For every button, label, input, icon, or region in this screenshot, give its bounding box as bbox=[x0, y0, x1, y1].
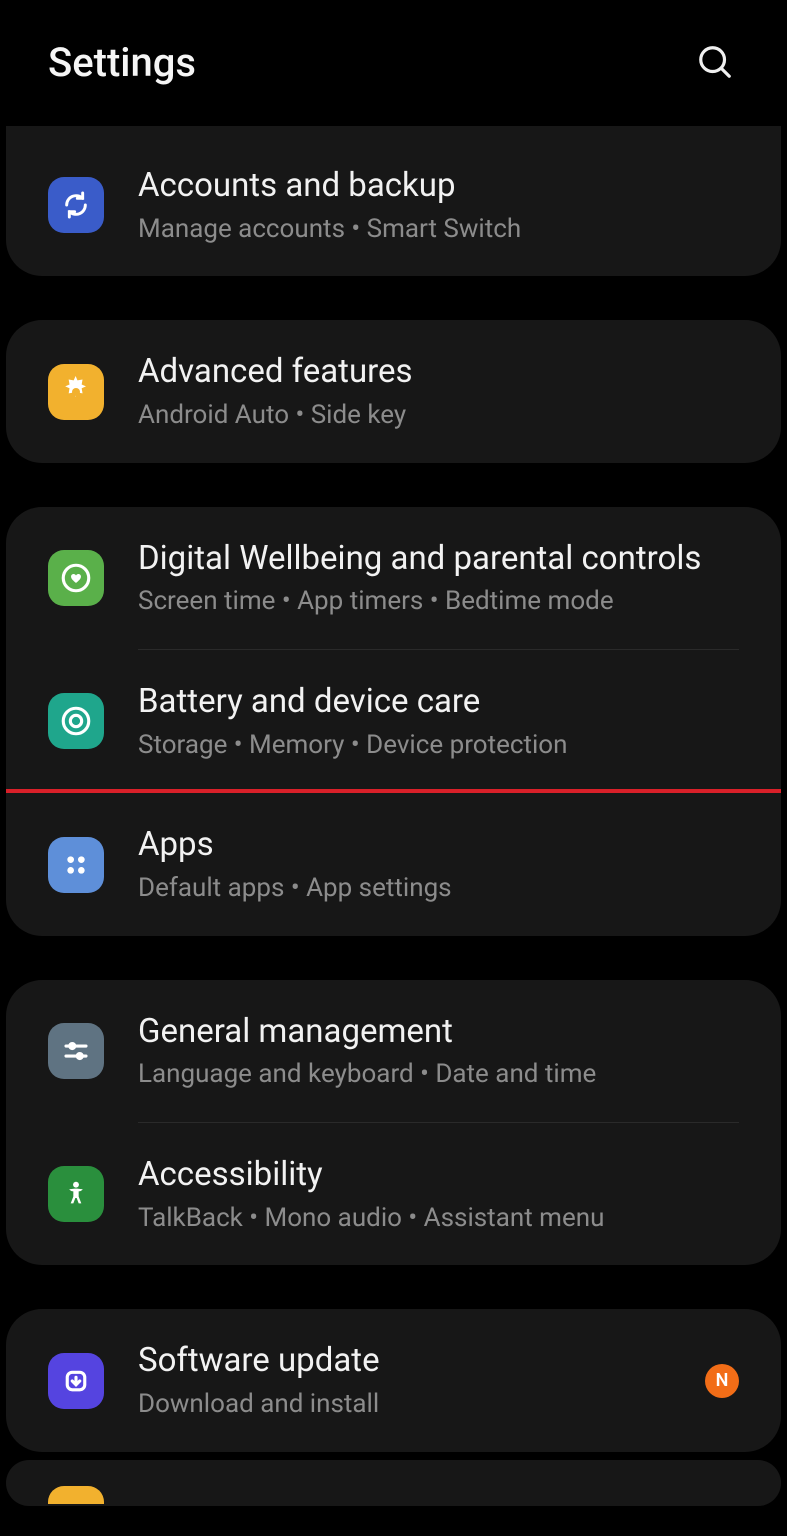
item-text: Advanced features Android Auto • Side ke… bbox=[138, 350, 739, 432]
item-text: General management Language and keyboard… bbox=[138, 1010, 739, 1092]
settings-item-battery-care[interactable]: Battery and device care Storage • Memory… bbox=[6, 650, 781, 792]
item-title: Accessibility bbox=[138, 1153, 739, 1198]
settings-item-advanced-features[interactable]: Advanced features Android Auto • Side ke… bbox=[6, 320, 781, 462]
item-subtitle: Default apps • App settings bbox=[138, 872, 739, 906]
item-subtitle: Storage • Memory • Device protection bbox=[138, 729, 739, 763]
sync-icon bbox=[48, 177, 104, 233]
settings-group: General management Language and keyboard… bbox=[6, 980, 781, 1266]
settings-group: Advanced features Android Auto • Side ke… bbox=[6, 320, 781, 462]
settings-item-accessibility[interactable]: Accessibility TalkBack • Mono audio • As… bbox=[6, 1123, 781, 1265]
settings-item-apps[interactable]: Apps Default apps • App settings bbox=[6, 789, 781, 935]
apps-grid-icon bbox=[48, 837, 104, 893]
item-subtitle: TalkBack • Mono audio • Assistant menu bbox=[138, 1202, 739, 1236]
settings-item-general-management[interactable]: General management Language and keyboard… bbox=[6, 980, 781, 1122]
item-text: Digital Wellbeing and parental controls … bbox=[138, 537, 739, 619]
item-title: Battery and device care bbox=[138, 680, 739, 725]
settings-item-accounts-backup[interactable]: Accounts and backup Manage accounts • Sm… bbox=[6, 134, 781, 276]
item-subtitle: Download and install bbox=[138, 1388, 705, 1422]
item-subtitle: Language and keyboard • Date and time bbox=[138, 1058, 739, 1092]
settings-group bbox=[6, 1460, 781, 1506]
item-subtitle: Screen time • App timers • Bedtime mode bbox=[138, 585, 739, 619]
settings-item-partial[interactable] bbox=[6, 1460, 781, 1504]
item-title: Accounts and backup bbox=[138, 164, 739, 209]
notification-badge: N bbox=[705, 1364, 739, 1398]
settings-group: Software update Download and install N bbox=[6, 1309, 781, 1451]
item-text: Battery and device care Storage • Memory… bbox=[138, 680, 739, 762]
item-subtitle: Android Auto • Side key bbox=[138, 399, 739, 433]
item-title: General management bbox=[138, 1010, 739, 1055]
item-title: Digital Wellbeing and parental controls bbox=[138, 537, 739, 582]
item-title: Apps bbox=[138, 823, 739, 868]
settings-item-software-update[interactable]: Software update Download and install N bbox=[6, 1309, 781, 1451]
item-title: Software update bbox=[138, 1339, 705, 1384]
item-text: Apps Default apps • App settings bbox=[138, 823, 739, 905]
heart-circle-icon bbox=[48, 550, 104, 606]
sliders-icon bbox=[48, 1023, 104, 1079]
target-circle-icon bbox=[48, 693, 104, 749]
search-icon bbox=[696, 43, 734, 81]
download-circle-icon bbox=[48, 1353, 104, 1409]
page-title: Settings bbox=[48, 39, 196, 86]
item-text: Accounts and backup Manage accounts • Sm… bbox=[138, 164, 739, 246]
header: Settings bbox=[0, 0, 787, 126]
accessibility-person-icon bbox=[48, 1166, 104, 1222]
item-text: Accessibility TalkBack • Mono audio • As… bbox=[138, 1153, 739, 1235]
item-title: Advanced features bbox=[138, 350, 739, 395]
item-text: Software update Download and install bbox=[138, 1339, 705, 1421]
gear-flower-icon bbox=[48, 364, 104, 420]
settings-group: Digital Wellbeing and parental controls … bbox=[6, 507, 781, 936]
search-button[interactable] bbox=[691, 38, 739, 86]
item-subtitle: Manage accounts • Smart Switch bbox=[138, 213, 739, 247]
settings-item-digital-wellbeing[interactable]: Digital Wellbeing and parental controls … bbox=[6, 507, 781, 649]
unknown-icon bbox=[48, 1486, 104, 1504]
settings-group: Accounts and backup Manage accounts • Sm… bbox=[6, 126, 781, 276]
